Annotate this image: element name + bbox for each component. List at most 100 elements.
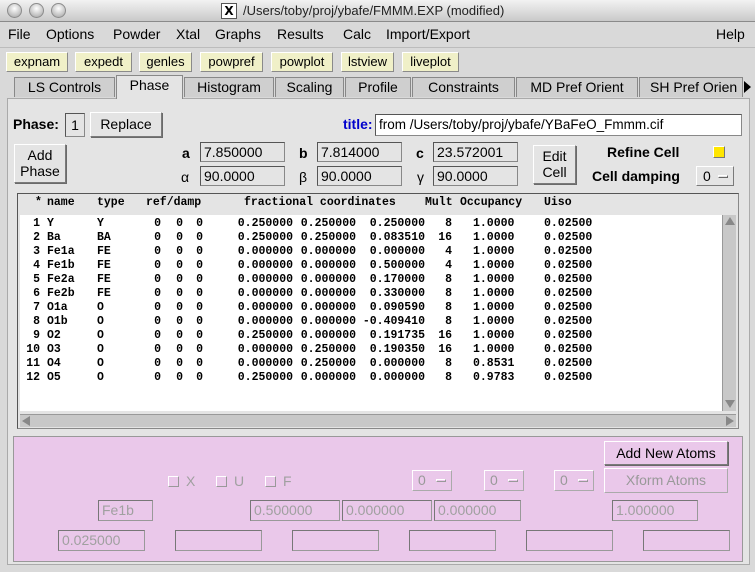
atom-type: O xyxy=(97,315,104,328)
menu-results[interactable]: Results xyxy=(277,26,324,42)
menu-file[interactable]: File xyxy=(8,26,31,42)
tab-constraints[interactable]: Constraints xyxy=(412,77,515,97)
window-title: /Users/toby/proj/ybafe/FMMM.EXP (modifie… xyxy=(243,3,505,18)
lstview-button[interactable]: lstview xyxy=(341,52,394,72)
cell-alpha-field[interactable]: 90.0000 xyxy=(200,166,285,186)
atom-type: O xyxy=(97,343,104,356)
menu-import-export[interactable]: Import/Export xyxy=(386,26,470,42)
atom-uiso: 0.02500 xyxy=(544,357,593,370)
phase-number-field[interactable]: 1 xyxy=(65,113,85,137)
tab-phase[interactable]: Phase xyxy=(116,75,183,99)
menu-options[interactable]: Options xyxy=(46,26,94,42)
atom-row[interactable]: 8 O1b O 0 0 0 0.000000 0.000000 -0.409410 8 1.0000… xyxy=(20,315,722,329)
atom-z-field[interactable]: 0.000000 xyxy=(434,500,521,521)
refine-f-checkbox[interactable] xyxy=(265,476,276,487)
powpref-button[interactable]: powpref xyxy=(200,52,263,72)
atom-name: O3 xyxy=(47,343,61,356)
expnam-button[interactable]: expnam xyxy=(6,52,68,72)
genles-button[interactable]: genles xyxy=(139,52,192,72)
atom-uiso: 0.02500 xyxy=(544,231,593,244)
aniso-field-4[interactable] xyxy=(526,530,613,551)
title-field[interactable]: from /Users/toby/proj/ybafe/YBaFeO_Fmmm.… xyxy=(375,114,742,136)
atom-list-hscrollbar[interactable] xyxy=(20,414,736,427)
xform-atoms-button[interactable]: Xform Atoms xyxy=(604,468,728,493)
atom-occupancy: 0.8531 xyxy=(473,357,515,370)
refine-cell-checkbox[interactable] xyxy=(713,146,725,158)
ref-flag-2: 0 xyxy=(176,259,183,272)
refine-f-label: F xyxy=(283,473,292,489)
atom-row[interactable]: 7 O1a O 0 0 0 0.000000 0.000000 0.090590 8 1.0000 0… xyxy=(20,301,722,315)
damp-f-menu[interactable]: 0 xyxy=(554,470,594,491)
cell-a-label: a xyxy=(182,145,190,161)
tab-scaling[interactable]: Scaling xyxy=(275,77,344,97)
add-new-atoms-button[interactable]: Add New Atoms xyxy=(604,441,728,465)
scroll-left-icon[interactable] xyxy=(22,416,30,426)
atom-y-field[interactable]: 0.000000 xyxy=(342,500,432,521)
tab-histogram[interactable]: Histogram xyxy=(184,77,274,97)
menu-calc[interactable]: Calc xyxy=(343,26,371,42)
atom-uiso-field[interactable]: 0.025000 xyxy=(58,530,145,551)
atom-name-field[interactable]: Fe1b xyxy=(98,500,153,521)
atom-type: FE xyxy=(97,287,111,300)
add-phase-button[interactable]: Add Phase xyxy=(14,144,66,183)
cell-gamma-field[interactable]: 90.0000 xyxy=(433,166,518,186)
aniso-field-1[interactable] xyxy=(175,530,262,551)
menu-powder[interactable]: Powder xyxy=(113,26,160,42)
atom-list[interactable]: 1 Y Y 0 0 0 0.250000 0.250000 0.250000 8 1.0000 0.0… xyxy=(20,215,722,411)
atom-name: O2 xyxy=(47,329,61,342)
damp-x-menu[interactable]: 0 xyxy=(412,470,452,491)
coord-x: 0.250000 xyxy=(237,231,293,244)
coord-y: 0.000000 xyxy=(300,259,356,272)
atom-row[interactable]: 1 Y Y 0 0 0 0.250000 0.250000 0.250000 8 1.0000 0.0… xyxy=(20,217,722,231)
cell-beta-field[interactable]: 90.0000 xyxy=(317,166,402,186)
atom-type: BA xyxy=(97,231,111,244)
aniso-field-3[interactable] xyxy=(409,530,496,551)
zoom-window-button[interactable] xyxy=(51,3,66,18)
minimize-window-button[interactable] xyxy=(29,3,44,18)
menu-graphs[interactable]: Graphs xyxy=(215,26,261,42)
coord-y: 0.000000 xyxy=(300,329,356,342)
cell-damping-menu[interactable]: 0 xyxy=(696,166,734,186)
atom-mult: 8 xyxy=(445,217,452,230)
tab-md-pref-orient[interactable]: MD Pref Orient xyxy=(516,77,638,97)
atom-row[interactable]: 6 Fe2b FE 0 0 0 0.000000 0.000000 0.330000 8 1.000… xyxy=(20,287,722,301)
atom-type: O xyxy=(97,301,104,314)
tab-profile[interactable]: Profile xyxy=(345,77,411,97)
atom-x-field[interactable]: 0.500000 xyxy=(250,500,340,521)
atom-row[interactable]: 10 O3 O 0 0 0 0.000000 0.250000 0.190350 16 1.0000… xyxy=(20,343,722,357)
powplot-button[interactable]: powplot xyxy=(271,52,333,72)
atom-row[interactable]: 3 Fe1a FE 0 0 0 0.000000 0.000000 0.000000 4 1.000… xyxy=(20,245,722,259)
tab-ls-controls[interactable]: LS Controls xyxy=(14,77,115,97)
scroll-down-icon[interactable] xyxy=(725,400,735,408)
menu-xtal[interactable]: Xtal xyxy=(176,26,200,42)
ref-flag-2: 0 xyxy=(176,217,183,230)
damp-u-menu[interactable]: 0 xyxy=(484,470,524,491)
expedt-button[interactable]: expedt xyxy=(75,52,132,72)
refine-x-checkbox[interactable] xyxy=(168,476,179,487)
liveplot-button[interactable]: liveplot xyxy=(402,52,459,72)
cell-b-field[interactable]: 7.814000 xyxy=(317,142,402,162)
scroll-right-icon[interactable] xyxy=(726,416,734,426)
refine-u-checkbox[interactable] xyxy=(216,476,227,487)
close-window-button[interactable] xyxy=(7,3,22,18)
atom-row[interactable]: 12 O5 O 0 0 0 0.250000 0.000000 0.000000 8 0.9783 0… xyxy=(20,371,722,385)
atom-list-vscrollbar[interactable] xyxy=(722,215,736,411)
atom-row[interactable]: 2 Ba BA 0 0 0 0.250000 0.250000 0.083510 16 1.0000… xyxy=(20,231,722,245)
tab-scroll-right-icon[interactable] xyxy=(744,81,751,93)
edit-cell-button[interactable]: Edit Cell xyxy=(533,145,576,184)
atom-row[interactable]: 5 Fe2a FE 0 0 0 0.000000 0.000000 0.170000 8 1.000… xyxy=(20,273,722,287)
ref-flag-3: 0 xyxy=(196,329,203,342)
menu-help[interactable]: Help xyxy=(716,26,745,42)
atom-row[interactable]: 9 O2 O 0 0 0 0.250000 0.000000 0.191735 16 1.0000 0… xyxy=(20,329,722,343)
replace-button[interactable]: Replace xyxy=(90,112,162,137)
atom-occupancy-field[interactable]: 1.000000 xyxy=(612,500,698,521)
cell-c-field[interactable]: 23.572001 xyxy=(433,142,518,162)
tab-sh-pref-orient[interactable]: SH Pref Orien xyxy=(639,77,743,97)
scroll-up-icon[interactable] xyxy=(725,217,735,225)
ref-flag-2: 0 xyxy=(176,245,183,258)
cell-a-field[interactable]: 7.850000 xyxy=(200,142,285,162)
atom-row[interactable]: 4 Fe1b FE 0 0 0 0.000000 0.000000 0.500000 4 1.000… xyxy=(20,259,722,273)
aniso-field-2[interactable] xyxy=(292,530,379,551)
aniso-field-5[interactable] xyxy=(643,530,730,551)
atom-row[interactable]: 11 O4 O 0 0 0 0.000000 0.250000 0.000000 8 0.8531 0… xyxy=(20,357,722,371)
